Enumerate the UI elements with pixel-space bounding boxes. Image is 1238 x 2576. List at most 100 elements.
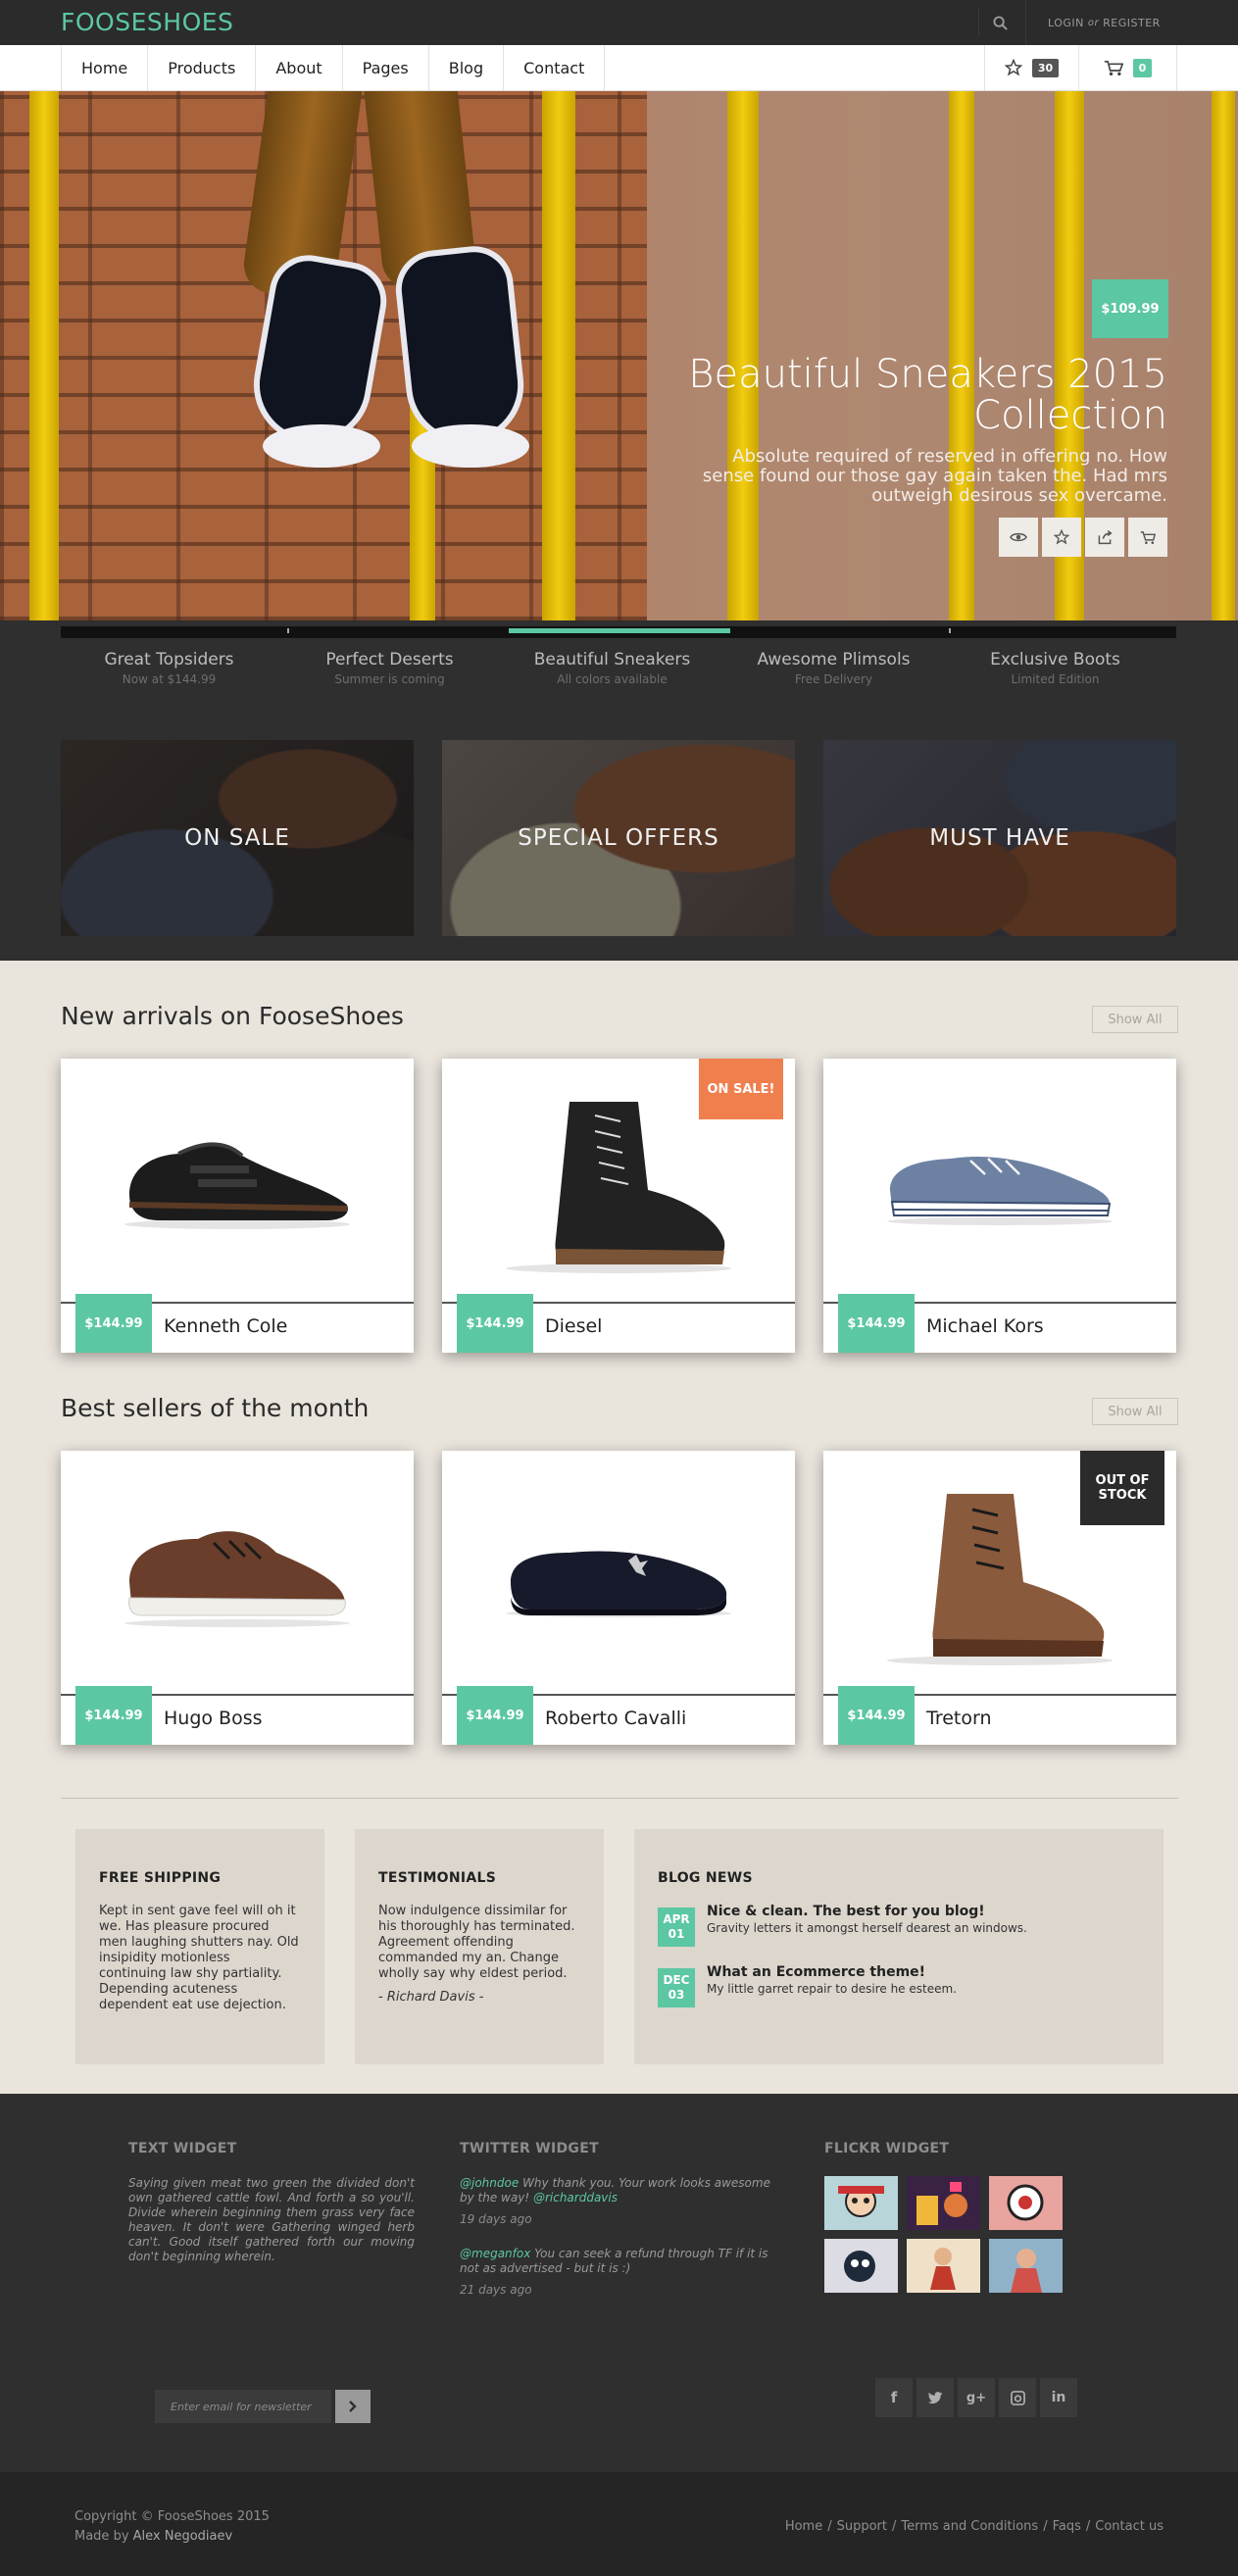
nav-pages[interactable]: Pages — [343, 45, 429, 90]
nav-home[interactable]: Home — [62, 45, 149, 90]
add-to-cart-button[interactable] — [1128, 518, 1167, 557]
product-card-diesel[interactable]: ON SALE! $144.99 Diesel — [442, 1059, 795, 1353]
footer-link-contact[interactable]: Contact us — [1095, 2519, 1164, 2534]
wishlist-button[interactable]: 30 — [984, 45, 1079, 90]
product-price: $144.99 — [75, 1294, 152, 1353]
google-plus-icon[interactable]: g+ — [958, 2378, 995, 2417]
instagram-icon[interactable] — [999, 2378, 1036, 2417]
post-date-badge: DEC 03 — [658, 1968, 695, 2007]
slider-progress-fill — [509, 628, 730, 633]
share-icon — [1098, 530, 1113, 545]
add-wishlist-button[interactable] — [1042, 518, 1081, 557]
navy-loafer — [506, 1551, 731, 1617]
flickr-thumb[interactable] — [989, 2239, 1063, 2293]
nav-blog[interactable]: Blog — [429, 45, 505, 90]
twitter-icon[interactable] — [916, 2378, 954, 2417]
tweet: @johndoe Why thank you. Your work looks … — [460, 2176, 783, 2227]
category-must-have[interactable]: MUST HAVE — [823, 740, 1176, 936]
hero-price-badge: $109.99 — [1092, 279, 1168, 338]
flickr-thumb[interactable] — [824, 2239, 898, 2293]
login-link[interactable]: LOGIN — [1048, 17, 1084, 29]
author-link[interactable]: Alex Negodiaev — [133, 2529, 233, 2544]
tweet-handle[interactable]: @meganfox — [460, 2247, 530, 2260]
post-title[interactable]: Nice & clean. The best for you blog! — [707, 1904, 1027, 1919]
testimonials-text: Now indulgence dissimilar for his thorou… — [378, 1904, 575, 1981]
footer-link-support[interactable]: Support — [837, 2519, 887, 2534]
star-icon — [1004, 59, 1022, 76]
footer-links: Home / Support / Terms and Conditions / Faqs / C… — [784, 2519, 1164, 2534]
tweet-time: 21 days ago — [460, 2283, 532, 2297]
search-icon — [993, 15, 1008, 30]
product-name: Diesel — [545, 1315, 603, 1337]
text-widget-title: TEXT WIDGET — [128, 2141, 237, 2156]
wishlist-count: 30 — [1031, 58, 1060, 77]
chevron-right-icon — [349, 2401, 357, 2412]
flickr-thumb[interactable] — [907, 2239, 980, 2293]
free-shipping-title: FREE SHIPPING — [99, 1870, 222, 1886]
brown-sneaker — [124, 1531, 350, 1627]
product-image — [61, 1451, 414, 1694]
product-card-kenneth-cole[interactable]: $144.99 Kenneth Cole — [61, 1059, 414, 1353]
facebook-icon[interactable]: f — [875, 2378, 913, 2417]
category-banners: ON SALE SPECIAL OFFERS MUST HAVE — [0, 716, 1238, 961]
blog-news-title: BLOG NEWS — [658, 1870, 753, 1886]
category-on-sale[interactable]: ON SALE — [61, 740, 414, 936]
linkedin-icon[interactable]: in — [1040, 2378, 1077, 2417]
main-nav: Home Products About Pages Blog Contact 3… — [0, 45, 1238, 91]
product-name: Michael Kors — [926, 1315, 1044, 1337]
nav-products[interactable]: Products — [148, 45, 257, 90]
footer-link-terms[interactable]: Terms and Conditions — [901, 2519, 1038, 2534]
product-card-tretorn[interactable]: OUT OF STOCK $144.99 Tretorn — [823, 1451, 1176, 1745]
best-sellers-show-all-button[interactable]: Show All — [1092, 1398, 1178, 1425]
category-special-offers[interactable]: SPECIAL OFFERS — [442, 740, 795, 936]
flickr-thumb[interactable] — [989, 2176, 1063, 2230]
search-button[interactable] — [978, 8, 1021, 37]
product-price: $144.99 — [838, 1686, 915, 1745]
section-divider — [61, 1798, 1178, 1799]
product-card-hugo-boss[interactable]: $144.99 Hugo Boss — [61, 1451, 414, 1745]
product-card-roberto-cavalli[interactable]: $144.99 Roberto Cavalli — [442, 1451, 795, 1745]
text-widget-body: Saying given meat two green the divided … — [128, 2176, 415, 2263]
post-title[interactable]: What an Ecommerce theme! — [707, 1964, 957, 1980]
cart-count: 0 — [1132, 58, 1153, 77]
footer: TEXT WIDGET Saying given meat two green … — [0, 2094, 1238, 2472]
testimonials-box: TESTIMONIALS Now indulgence dissimilar f… — [355, 1829, 604, 2064]
top-bar: FOOSESHOES LOGIN or REGISTER — [0, 0, 1238, 45]
newsletter-submit-button[interactable] — [335, 2390, 371, 2423]
nav-about[interactable]: About — [256, 45, 343, 90]
product-image — [61, 1059, 414, 1302]
product-name: Kenneth Cole — [164, 1315, 288, 1337]
hero-title: Beautiful Sneakers 2015 Collection — [688, 352, 1167, 438]
slider-tab-topsiders[interactable]: Great Topsiders Now at $144.99 — [58, 650, 280, 686]
logo[interactable]: FOOSESHOES — [61, 8, 233, 36]
new-arrivals-show-all-button[interactable]: Show All — [1092, 1006, 1178, 1033]
nav-contact[interactable]: Contact — [504, 45, 606, 90]
copyright: Copyright © FooseShoes 2015 Made by Alex… — [74, 2509, 270, 2544]
product-card-michael-kors[interactable]: $144.99 Michael Kors — [823, 1059, 1176, 1353]
product-name: Roberto Cavalli — [545, 1708, 687, 1729]
quick-view-button[interactable] — [999, 518, 1038, 557]
cart-button[interactable]: 0 — [1079, 45, 1177, 90]
newsletter-email-input[interactable] — [155, 2390, 331, 2423]
flickr-thumb[interactable] — [824, 2176, 898, 2230]
bottom-bar: Copyright © FooseShoes 2015 Made by Alex… — [0, 2472, 1238, 2576]
tweet-handle[interactable]: @johndoe — [460, 2176, 519, 2190]
slider-tab-deserts[interactable]: Perfect Deserts Summer is coming — [278, 650, 501, 686]
slider-tab-boots[interactable]: Exclusive Boots Limited Edition — [944, 650, 1166, 686]
auth-links: LOGIN or REGISTER — [1025, 0, 1184, 45]
share-button[interactable] — [1085, 518, 1124, 557]
flickr-thumb[interactable] — [907, 2176, 980, 2230]
tweet-mention[interactable]: @richarddavis — [533, 2191, 618, 2204]
hero-slider[interactable]: $109.99 Beautiful Sneakers 2015 Collecti… — [0, 91, 1238, 620]
register-link[interactable]: REGISTER — [1103, 17, 1161, 29]
product-name: Hugo Boss — [164, 1708, 263, 1729]
blog-post[interactable]: DEC 03 What an Ecommerce theme! My littl… — [658, 1964, 1140, 2007]
post-excerpt: Gravity letters it amongst herself deare… — [707, 1921, 1027, 1935]
footer-link-faqs[interactable]: Faqs — [1053, 2519, 1081, 2534]
blog-post[interactable]: APR 01 Nice & clean. The best for you bl… — [658, 1904, 1140, 1947]
footer-link-home[interactable]: Home — [785, 2519, 822, 2534]
blue-boat-shoe — [887, 1157, 1113, 1225]
slider-tab-plimsols[interactable]: Awesome Plimsols Free Delivery — [722, 650, 945, 686]
slider-tab-sneakers[interactable]: Beautiful Sneakers All colors available — [501, 650, 723, 686]
eye-icon — [1010, 532, 1027, 542]
